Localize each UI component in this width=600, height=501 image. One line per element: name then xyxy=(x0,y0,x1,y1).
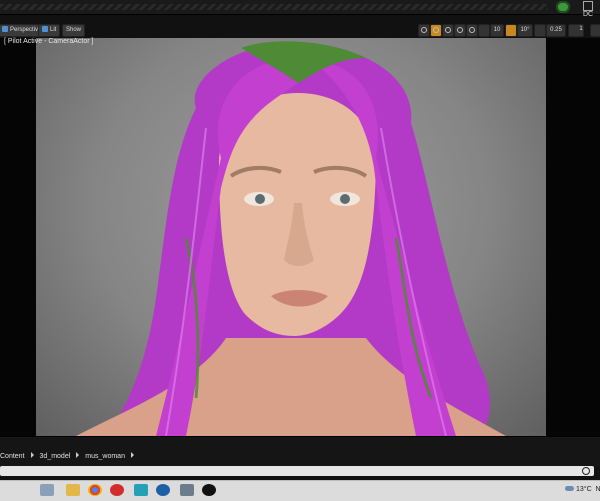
search-input[interactable] xyxy=(0,466,594,476)
surface-snap-icon[interactable] xyxy=(466,24,478,37)
unreal-icon[interactable] xyxy=(202,484,216,496)
editor-top-bar xyxy=(0,0,600,15)
settings-text: DC xyxy=(583,11,594,18)
photos-icon[interactable] xyxy=(40,484,54,496)
viewport-left-bar xyxy=(0,38,36,436)
settings-area[interactable]: DC xyxy=(583,1,600,18)
scale-snap-icon[interactable] xyxy=(534,24,546,37)
c-app-icon[interactable] xyxy=(156,484,170,496)
breadcrumb-arrow-icon[interactable] xyxy=(130,452,134,458)
breadcrumb-content[interactable]: Content xyxy=(0,453,25,460)
world-local-icon[interactable] xyxy=(454,24,466,37)
angle-snap-value[interactable]: 10° xyxy=(517,24,533,37)
perspective-label: Perspective xyxy=(10,27,42,33)
rotate-icon[interactable] xyxy=(430,24,442,37)
tray-trailing: N xyxy=(595,486,600,493)
chrome-icon[interactable] xyxy=(88,484,102,496)
lit-label: Lit xyxy=(50,27,57,33)
maya-icon[interactable] xyxy=(134,484,148,496)
translate-icon[interactable] xyxy=(418,24,430,37)
angle-snap-icon[interactable] xyxy=(505,24,517,37)
photos-viewer-icon[interactable] xyxy=(180,484,194,496)
breadcrumb-3d-model[interactable]: 3d_model xyxy=(40,453,71,460)
scale-icon[interactable] xyxy=(442,24,454,37)
toolbar-hatch xyxy=(0,4,548,10)
show-label: Show xyxy=(66,27,82,33)
perspective-icon xyxy=(2,26,8,32)
source-control-icon[interactable] xyxy=(556,1,570,13)
search-icon[interactable] xyxy=(582,467,590,475)
scale-snap-value[interactable]: 0.25 xyxy=(546,24,566,37)
opera-icon[interactable] xyxy=(110,484,124,496)
settings-grid-icon xyxy=(583,1,593,11)
pilot-status: [ Pilot Active - CameraActor ] xyxy=(4,38,94,45)
grid-snap-icon[interactable] xyxy=(478,24,490,37)
grid-snap-value[interactable]: 10 xyxy=(490,24,504,37)
level-viewport[interactable] xyxy=(36,38,546,436)
viewport-toolbar: Perspective Lit Show 10 10° 0.25 1 xyxy=(0,22,600,38)
folder-icon[interactable] xyxy=(66,484,80,496)
show-button[interactable]: Show xyxy=(62,24,86,37)
camera-speed-value[interactable]: 1 xyxy=(576,24,586,35)
character-render xyxy=(76,41,506,436)
lit-button[interactable]: Lit xyxy=(38,24,61,37)
viewport-right-bar xyxy=(546,38,600,436)
system-tray[interactable]: 13°C N xyxy=(565,486,600,493)
breadcrumb: Content 3d_model mus_woman xyxy=(0,452,140,464)
breadcrumb-arrow-icon xyxy=(76,452,80,458)
breadcrumb-arrow-icon xyxy=(30,452,34,458)
weather-temp: 13°C xyxy=(576,486,592,493)
maximize-icon[interactable] xyxy=(590,24,600,37)
weather-cloud-icon xyxy=(565,486,574,491)
lit-icon xyxy=(42,26,48,32)
breadcrumb-mus-woman[interactable]: mus_woman xyxy=(85,453,125,460)
